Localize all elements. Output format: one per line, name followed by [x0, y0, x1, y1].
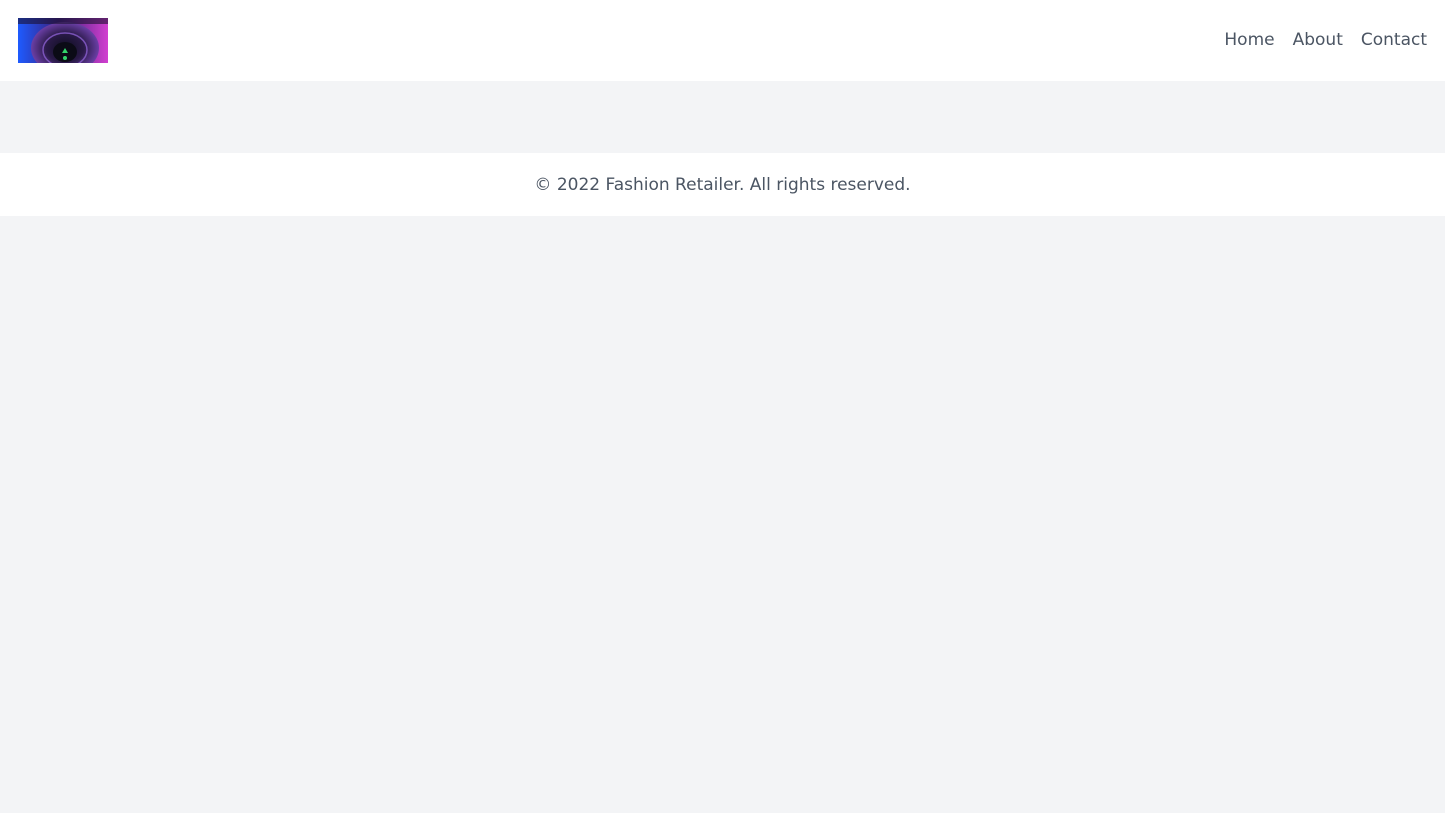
nav-link-home[interactable]: Home — [1224, 32, 1274, 49]
camera-lens-logo-icon — [18, 18, 108, 63]
main-nav: Home About Contact — [1224, 32, 1427, 49]
main-content — [0, 81, 1445, 153]
site-header: Home About Contact — [0, 0, 1445, 81]
nav-link-contact[interactable]: Contact — [1361, 32, 1427, 49]
logo-link[interactable] — [18, 18, 108, 63]
nav-link-about[interactable]: About — [1293, 32, 1343, 49]
site-footer: © 2022 Fashion Retailer. All rights rese… — [0, 153, 1445, 216]
copyright-text: © 2022 Fashion Retailer. All rights rese… — [534, 174, 911, 195]
